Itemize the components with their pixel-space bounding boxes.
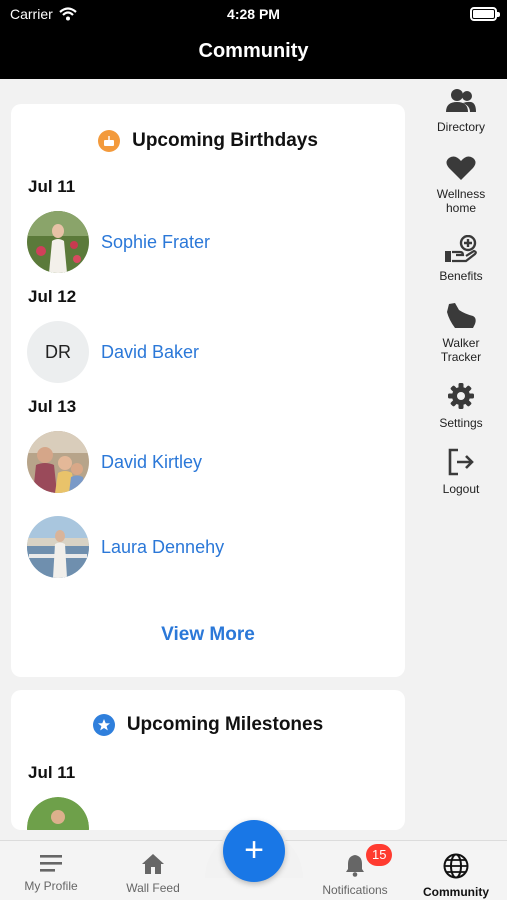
tab-label: My Profile <box>24 879 78 893</box>
list-item[interactable]: Laura Dennehy <box>27 516 224 578</box>
side-item-label: Logout <box>442 482 480 496</box>
side-item-label: Settings <box>439 416 483 430</box>
bell-icon <box>346 855 364 877</box>
heart-icon <box>446 156 476 180</box>
plus-icon: + <box>244 830 264 869</box>
list-item[interactable]: Sophie Frater <box>27 211 210 273</box>
cake-icon <box>98 130 121 152</box>
side-item-settings[interactable]: Settings <box>415 382 507 430</box>
side-item-label: Walker Tracker <box>440 336 482 364</box>
birthday-date: Jul 11 <box>28 177 76 196</box>
view-more-link[interactable]: View More <box>11 624 405 646</box>
person-name[interactable]: Sophie Frater <box>101 232 210 253</box>
side-item-walker-tracker[interactable]: Walker Tracker <box>415 302 507 364</box>
tab-wall-feed[interactable]: Wall Feed <box>103 841 203 900</box>
birthdays-card: Upcoming Birthdays Jul 11 Sophie Frater … <box>11 104 405 677</box>
list-item[interactable]: DR David Baker <box>27 321 199 383</box>
side-item-wellness-home[interactable]: Wellness home <box>415 155 507 215</box>
side-item-label: Directory <box>436 120 485 134</box>
top-bar: Carrier 4:28 PM Community <box>0 0 507 79</box>
birthdays-title: Upcoming Birthdays <box>132 130 318 151</box>
milestone-date: Jul 11 <box>28 763 76 782</box>
avatar <box>27 516 89 578</box>
status-time: 4:28 PM <box>227 6 280 22</box>
side-item-benefits[interactable]: Benefits <box>415 235 507 283</box>
birthday-date: Jul 13 <box>28 397 77 416</box>
tab-label: Community <box>423 885 489 899</box>
person-name[interactable]: David Baker <box>101 342 199 363</box>
tab-community[interactable]: Community <box>406 841 506 900</box>
menu-icon <box>40 855 62 872</box>
milestones-header: Upcoming Milestones <box>11 714 405 736</box>
gear-icon <box>448 383 474 409</box>
side-item-directory[interactable]: Directory <box>415 88 507 134</box>
milestones-title: Upcoming Milestones <box>126 714 324 735</box>
home-icon <box>142 854 164 874</box>
person-name[interactable]: David Kirtley <box>101 452 202 473</box>
globe-icon <box>443 853 469 879</box>
notification-count-badge: 15 <box>366 844 393 866</box>
page-title: Community <box>198 40 309 62</box>
avatar-initials: DR <box>27 321 89 383</box>
avatar <box>27 797 89 830</box>
tab-label: Notifications <box>322 883 388 897</box>
shoe-icon <box>447 303 476 328</box>
side-item-label: Wellness home <box>436 187 486 215</box>
birthday-date: Jul 12 <box>28 287 77 306</box>
person-name[interactable]: Laura Dennehy <box>101 537 224 558</box>
tab-my-profile[interactable]: My Profile <box>1 841 101 900</box>
list-item[interactable]: David Kirtley <box>27 431 202 493</box>
status-bar: Carrier 4:28 PM <box>0 6 507 24</box>
side-item-logout[interactable]: Logout <box>415 448 507 496</box>
people-icon <box>446 89 476 112</box>
avatar <box>27 431 89 493</box>
star-icon <box>92 714 115 736</box>
logout-icon <box>448 448 474 476</box>
milestones-card: Upcoming Milestones Jul 11 <box>11 690 405 830</box>
add-post-button[interactable]: + <box>223 820 285 882</box>
avatar <box>27 211 89 273</box>
side-item-label: Benefits <box>439 269 483 283</box>
battery-icon <box>470 7 500 21</box>
benefits-hand-icon <box>445 235 477 263</box>
tab-label: Wall Feed <box>126 881 180 895</box>
birthdays-header: Upcoming Birthdays <box>11 130 405 152</box>
